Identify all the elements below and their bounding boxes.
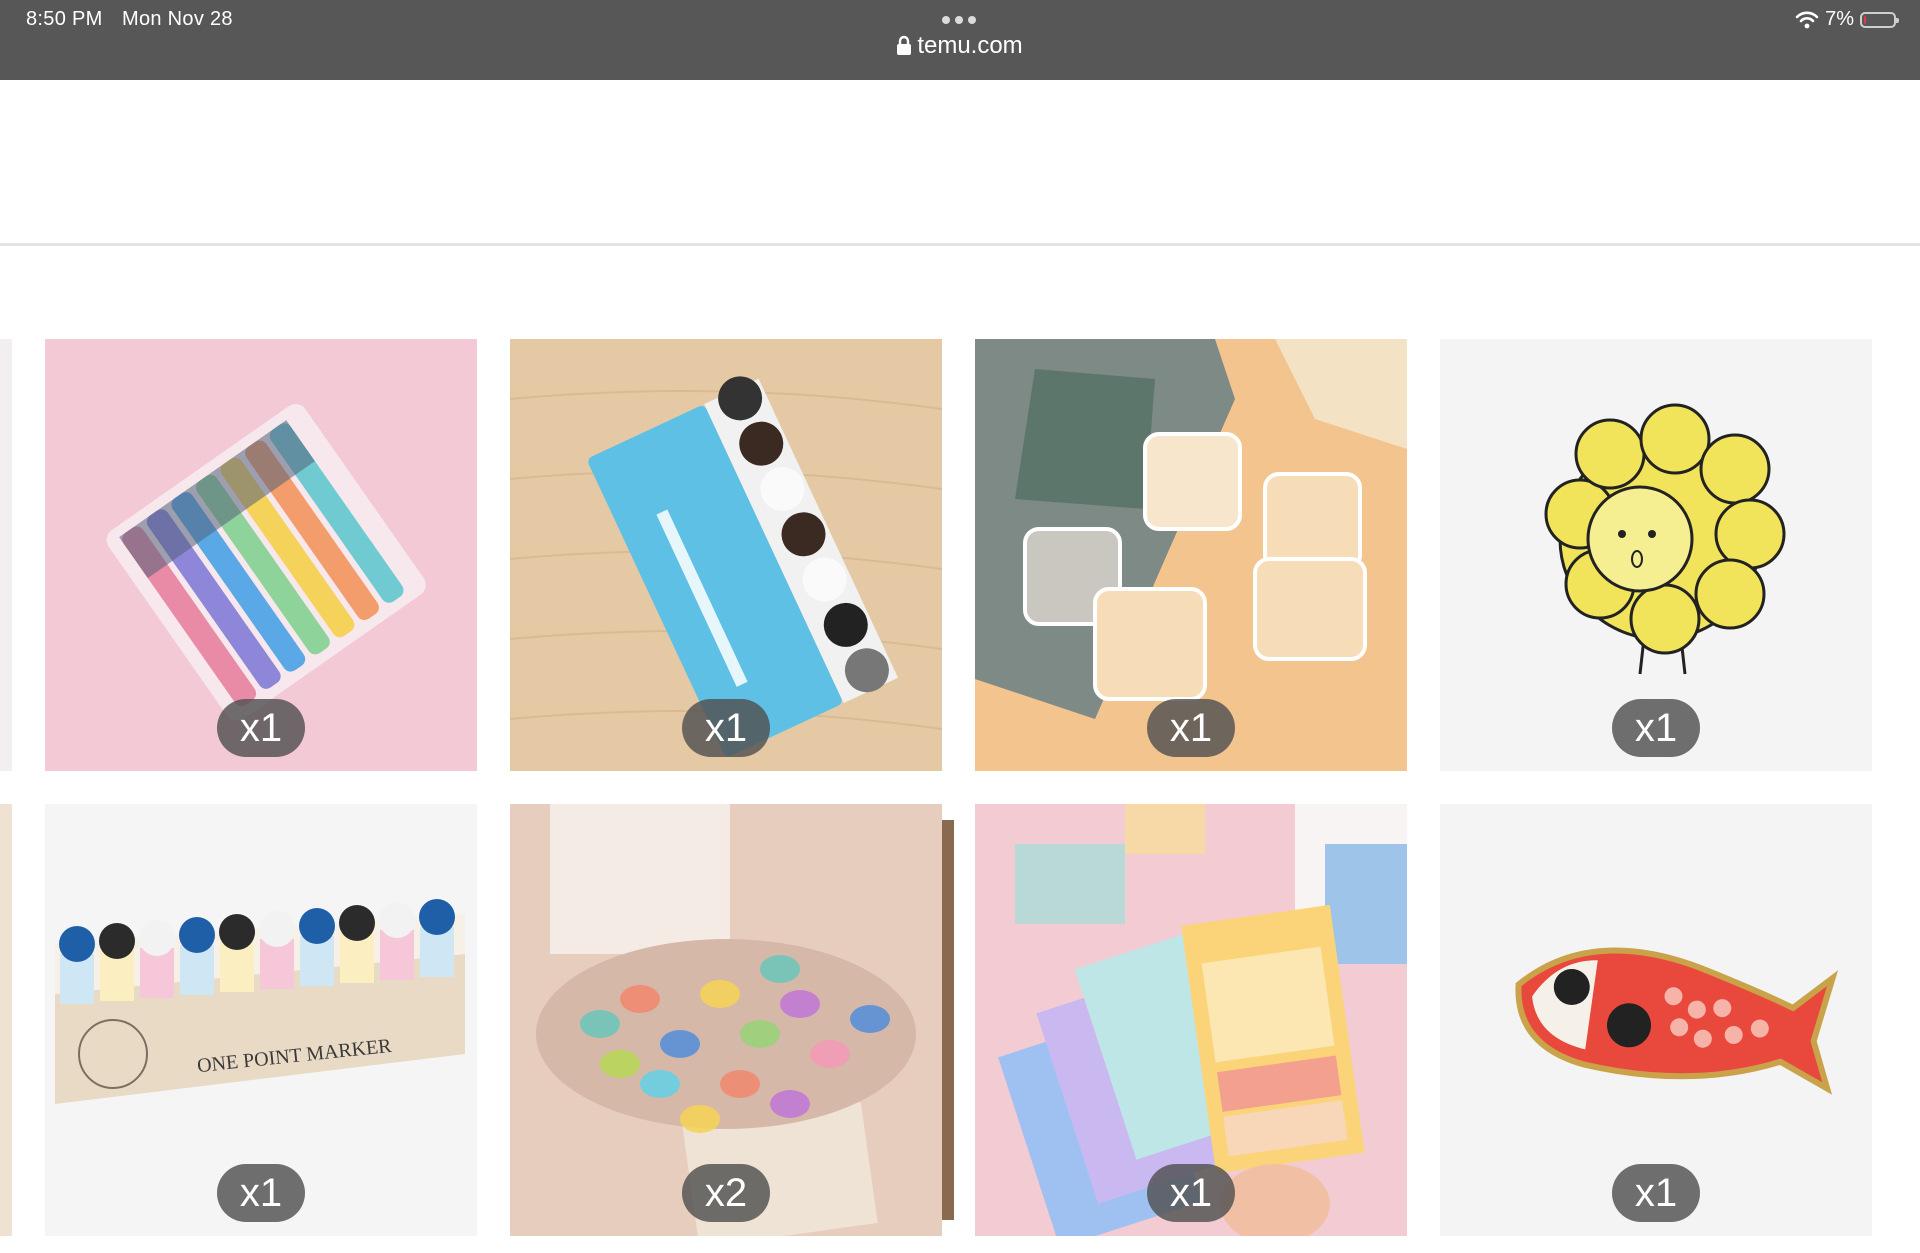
product-tile[interactable]: x1 [45,339,477,771]
url-text: temu.com [917,32,1023,59]
quantity-badge: x1 [1612,1164,1700,1222]
quantity-badge: x1 [1147,1164,1235,1222]
product-tile[interactable]: x1 [975,339,1407,771]
product-tile[interactable]: x1 [510,339,942,771]
lock-icon [897,35,912,55]
address-bar[interactable]: temu.com [0,32,1920,60]
status-time: 8:50 PM [26,8,103,30]
product-tile[interactable]: x1 [1440,804,1872,1236]
product-tile[interactable]: x1 [1440,339,1872,771]
quantity-badge: x1 [1147,699,1235,757]
partial-photo-edge [942,820,954,1220]
quantity-badge: x1 [217,699,305,757]
battery-percent: 7% [1825,8,1854,30]
partial-tile-left [0,804,12,1236]
quantity-badge: x1 [217,1164,305,1222]
quantity-badge: x1 [1612,699,1700,757]
more-dots-icon[interactable] [942,16,976,24]
battery-icon [1860,11,1899,28]
quantity-badge: x2 [682,1164,770,1222]
wifi-icon [1795,11,1819,28]
product-tile[interactable]: x2 [510,804,942,1236]
status-indicators: 7% [1795,8,1899,31]
product-tile[interactable]: x1 [975,804,1407,1236]
browser-status-bar: 8:50 PM Mon Nov 28 temu.com 7% [0,0,1920,80]
status-date: Mon Nov 28 [122,8,233,30]
partial-tile-left [0,339,12,771]
header-divider [0,243,1920,246]
quantity-badge: x1 [682,699,770,757]
product-tile[interactable]: ONE POINT MARKER x1 [45,804,477,1236]
